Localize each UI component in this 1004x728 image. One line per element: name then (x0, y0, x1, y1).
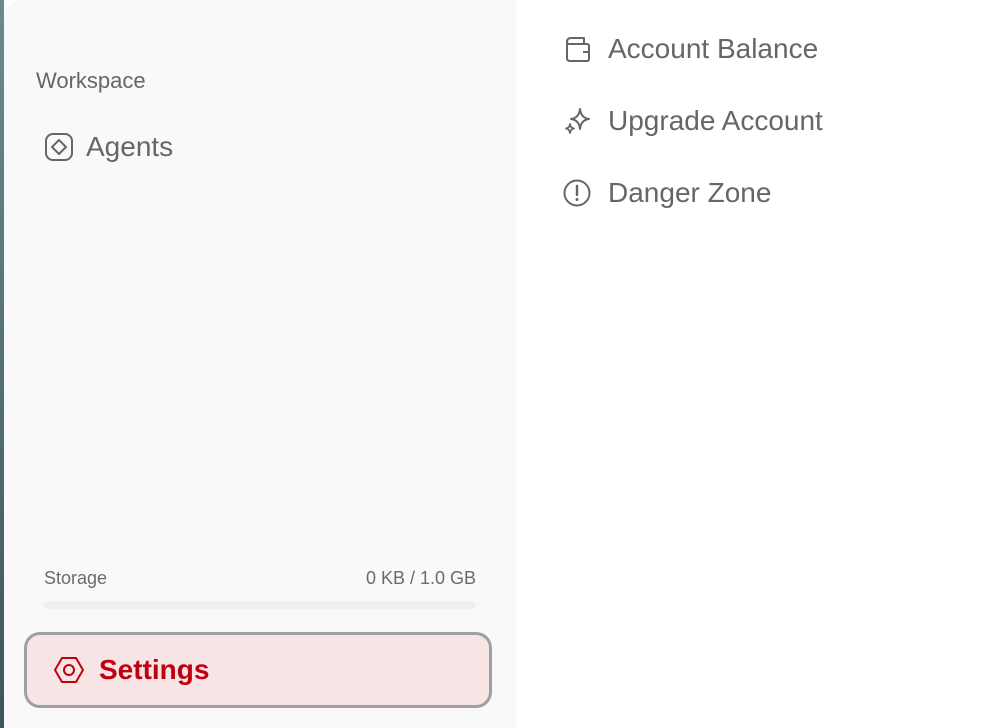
menu-item-label: Danger Zone (608, 177, 772, 208)
sparkle-icon (562, 106, 592, 136)
settings-hexagon-icon (53, 654, 85, 686)
section-label-workspace: Workspace (36, 68, 146, 93)
menu-item-danger-zone[interactable]: Danger Zone (562, 177, 771, 209)
storage-usage: 0 KB / 1.0 GB (365, 568, 476, 588)
alert-circle-icon (562, 178, 592, 208)
sidebar: Workspace Agents Storage 0 KB / 1.0 GB S… (4, 0, 516, 728)
menu-item-label: Upgrade Account (608, 105, 823, 136)
sidebar-item-label: Agents (86, 131, 174, 162)
storage-label: Storage (44, 568, 108, 588)
agents-icon (44, 132, 74, 162)
wallet-icon (562, 34, 592, 64)
sidebar-item-agents[interactable]: Agents (44, 131, 173, 163)
menu-item-account-balance[interactable]: Account Balance (562, 33, 818, 65)
settings-label: Settings (99, 654, 210, 685)
storage-bar (44, 601, 476, 609)
menu-item-upgrade-account[interactable]: Upgrade Account (562, 105, 823, 137)
menu-item-label: Account Balance (608, 33, 819, 64)
storage-indicator: Storage 0 KB / 1.0 GB (44, 568, 476, 609)
settings-button[interactable]: Settings (24, 632, 492, 708)
